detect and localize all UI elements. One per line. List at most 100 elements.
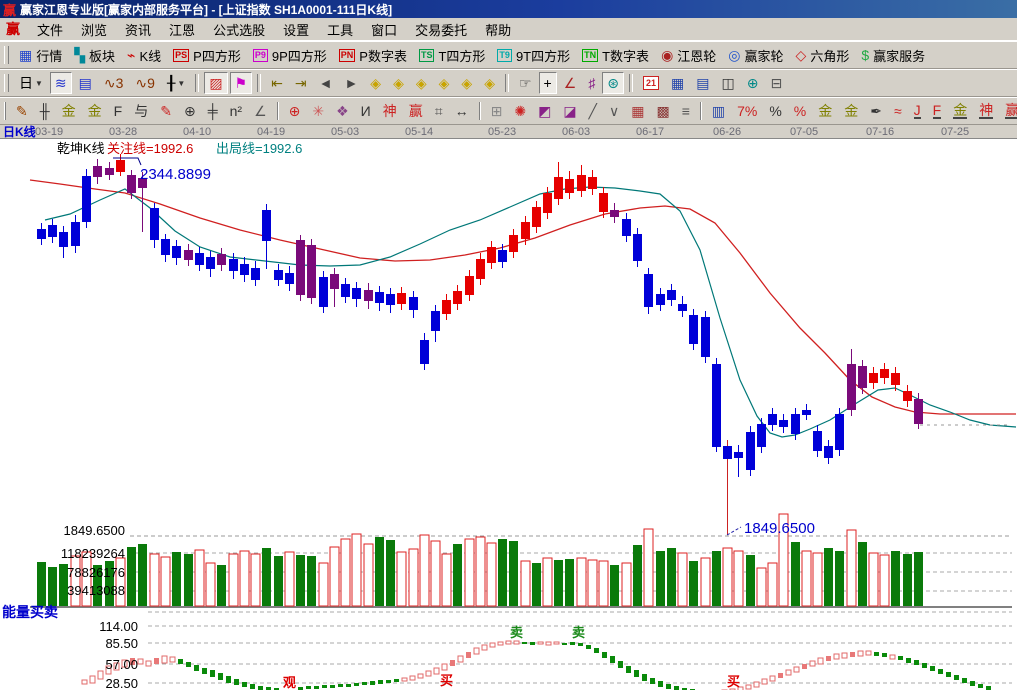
tool-smart-analysis[interactable]: ⊛ bbox=[602, 72, 624, 94]
tool-width-measure[interactable]: ↔ bbox=[450, 100, 474, 122]
toolbar-button-p-square[interactable]: PSP四方形 bbox=[168, 44, 246, 66]
tool-n2-grid[interactable]: n² bbox=[225, 100, 247, 122]
tool-gold-circle[interactable]: 金 bbox=[813, 100, 837, 122]
tool-chip-distribution[interactable]: ▥ bbox=[707, 100, 730, 122]
toolbar-button-kline[interactable]: ⌁K线 bbox=[122, 44, 166, 66]
toolbar-button-hexagon[interactable]: ◇六角形 bbox=[791, 44, 855, 66]
tool-nav-prev[interactable]: ◄ bbox=[314, 72, 338, 94]
tool-f-grid[interactable]: F bbox=[109, 100, 128, 122]
tool-grid-hash[interactable]: ╫ bbox=[35, 100, 55, 122]
tool-ying-angle[interactable]: 赢 bbox=[1000, 100, 1017, 122]
tool-fan-left[interactable]: ◩ bbox=[533, 100, 556, 122]
tool-gann-diamond-left[interactable]: ◈ bbox=[365, 72, 386, 94]
tool-pan-hand[interactable]: ☞ bbox=[514, 72, 537, 94]
menu-item-window[interactable]: 窗口 bbox=[362, 18, 406, 41]
tool-ma-long[interactable]: ∿9 bbox=[130, 72, 160, 94]
title-bar[interactable]: 赢 赢家江恩专业版[赢家内部服务平台] - [上证指数 SH1A0001-111… bbox=[0, 0, 1017, 18]
menu-item-browse[interactable]: 浏览 bbox=[72, 18, 116, 41]
tool-spider-web[interactable]: ❖ bbox=[331, 100, 354, 122]
tool-shen-angle[interactable]: 神 bbox=[974, 100, 998, 122]
tool-gold-angle[interactable]: 金 bbox=[948, 100, 972, 122]
tool-ma-short[interactable]: ∿3 bbox=[99, 72, 129, 94]
tool-shen-grid[interactable]: 神 bbox=[378, 100, 402, 122]
toolbar-button-t-number-table[interactable]: TNT数字表 bbox=[577, 44, 654, 66]
menu-item-help[interactable]: 帮助 bbox=[476, 18, 520, 41]
chart-area[interactable]: 乾坤K线关注线=1992.6出局线=1992.62344.88991849.65… bbox=[0, 139, 1017, 690]
tool-pattern-overlay[interactable]: ≋ bbox=[50, 72, 72, 94]
toolbar-button-9t-square[interactable]: T99T四方形 bbox=[492, 44, 575, 66]
tool-box-measure[interactable]: ⊞ bbox=[486, 100, 508, 122]
menu-item-news[interactable]: 资讯 bbox=[116, 18, 160, 41]
tool-angle-ruler[interactable]: ∠ bbox=[249, 100, 272, 122]
toolbar-button-9p-square[interactable]: P99P四方形 bbox=[248, 44, 332, 66]
menu-item-file[interactable]: 文件 bbox=[28, 18, 72, 41]
tool-ink-marker[interactable]: ✒ bbox=[865, 100, 887, 122]
tool-angle-lines[interactable]: ╱ bbox=[584, 100, 602, 122]
toolbar-grip[interactable] bbox=[4, 46, 9, 64]
tool-notes[interactable]: ▤ bbox=[691, 72, 714, 94]
tool-ying-grid[interactable]: 赢 bbox=[404, 100, 428, 122]
tool-nav-next[interactable]: ► bbox=[339, 72, 363, 94]
tool-printer[interactable]: ⊟ bbox=[765, 72, 787, 94]
tool-gann-diamond-h[interactable]: ◈ bbox=[411, 72, 432, 94]
tool-time-circle[interactable]: ⊕ bbox=[179, 100, 201, 122]
tool-gold-grid-1[interactable]: 金 bbox=[57, 100, 81, 122]
toolbar-button-p-number-table[interactable]: PNP数字表 bbox=[334, 44, 412, 66]
tool-parallel-lines[interactable]: ≡ bbox=[677, 100, 695, 122]
tool-calendar-21[interactable]: 21 bbox=[638, 72, 664, 94]
tool-draw-pencil[interactable]: ✎ bbox=[11, 100, 33, 122]
tool-grid-red[interactable]: ▦ bbox=[626, 100, 649, 122]
toolbar-button-gann-wheel[interactable]: ◉江恩轮 bbox=[656, 44, 721, 66]
tool-calculator[interactable]: ▦ bbox=[666, 72, 689, 94]
tool-nav-first[interactable]: ⇤ bbox=[266, 72, 288, 94]
tool-gold-grid-2[interactable]: 金 bbox=[83, 100, 107, 122]
tool-pattern-mark[interactable]: ▨ bbox=[204, 72, 227, 94]
tool-pct-line[interactable]: % bbox=[789, 100, 811, 122]
tool-v-lines[interactable]: ∨ bbox=[604, 100, 624, 122]
tool-gann-diamond-cross[interactable]: ◈ bbox=[456, 72, 477, 94]
tool-gold-line[interactable]: 金 bbox=[839, 100, 863, 122]
tool-gann-diamond-right[interactable]: ◈ bbox=[388, 72, 409, 94]
tool-save-disk[interactable]: ◫ bbox=[717, 72, 740, 94]
tool-ray-fan[interactable]: ✺ bbox=[509, 100, 531, 122]
tool-wave-mark[interactable]: И bbox=[356, 100, 376, 122]
tool-draw-pencil-red[interactable]: ✎ bbox=[155, 100, 177, 122]
toolbar-button-winner-service[interactable]: $赢家服务 bbox=[856, 44, 930, 66]
toolbar-grip[interactable] bbox=[4, 102, 6, 120]
tool-target-circle[interactable]: ⊕ bbox=[284, 100, 306, 122]
tool-gann-tool-purple[interactable]: ♯ bbox=[583, 72, 600, 94]
tool-candle-style[interactable]: ╂▼ bbox=[162, 72, 190, 94]
toolbar-button-winner-wheel[interactable]: ◎赢家轮 bbox=[723, 44, 788, 66]
tool-nav-last[interactable]: ⇥ bbox=[290, 72, 312, 94]
tool-fan-right[interactable]: ◪ bbox=[558, 100, 581, 122]
menu-item-settings[interactable]: 设置 bbox=[274, 18, 318, 41]
tool-num-grid[interactable]: ⌗ bbox=[430, 100, 448, 122]
tool-wave-a[interactable]: ≈ bbox=[889, 100, 907, 122]
tool-angle-measure[interactable]: ∠ bbox=[559, 72, 582, 94]
tool-pct[interactable]: % bbox=[764, 100, 786, 122]
toolbar-button-quotes[interactable]: ▦行情 bbox=[14, 44, 67, 66]
tool-pct-7[interactable]: 7% bbox=[732, 100, 762, 122]
tool-j-angle[interactable]: J bbox=[909, 100, 926, 122]
toolbar-grip[interactable] bbox=[4, 74, 9, 92]
tool-grid-dark[interactable]: ▩ bbox=[651, 100, 674, 122]
tool-net-time[interactable]: ⊕ bbox=[742, 72, 764, 94]
tool-info-panel[interactable]: ▤ bbox=[74, 72, 97, 94]
toolbar-button-sectors[interactable]: ▚板块 bbox=[69, 44, 120, 66]
kline-chart-canvas[interactable]: 乾坤K线关注线=1992.6出局线=1992.62344.88991849.65… bbox=[0, 139, 1017, 690]
tool-grid-hash-2[interactable]: ╪ bbox=[203, 100, 223, 122]
indicator-bar-up bbox=[858, 651, 863, 656]
menu-item-tools[interactable]: 工具 bbox=[318, 18, 362, 41]
menu-item-trade-entrust[interactable]: 交易委托 bbox=[406, 18, 476, 41]
tool-gann-diamond-star[interactable]: ◈ bbox=[479, 72, 500, 94]
tool-profile-flag[interactable]: ⚑ bbox=[230, 72, 253, 94]
tool-crosshair[interactable]: + bbox=[539, 72, 557, 94]
menu-item-formula-stock-pick[interactable]: 公式选股 bbox=[204, 18, 274, 41]
tool-five-grid[interactable]: 与 bbox=[129, 100, 153, 122]
tool-star-web[interactable]: ✳ bbox=[307, 100, 329, 122]
tool-f-angle[interactable]: F bbox=[928, 100, 947, 122]
toolbar-button-t-square[interactable]: TST四方形 bbox=[414, 44, 490, 66]
menu-item-gann[interactable]: 江恩 bbox=[160, 18, 204, 41]
tool-gann-diamond-v[interactable]: ◈ bbox=[434, 72, 455, 94]
tool-period-day[interactable]: 日▼ bbox=[14, 72, 48, 94]
